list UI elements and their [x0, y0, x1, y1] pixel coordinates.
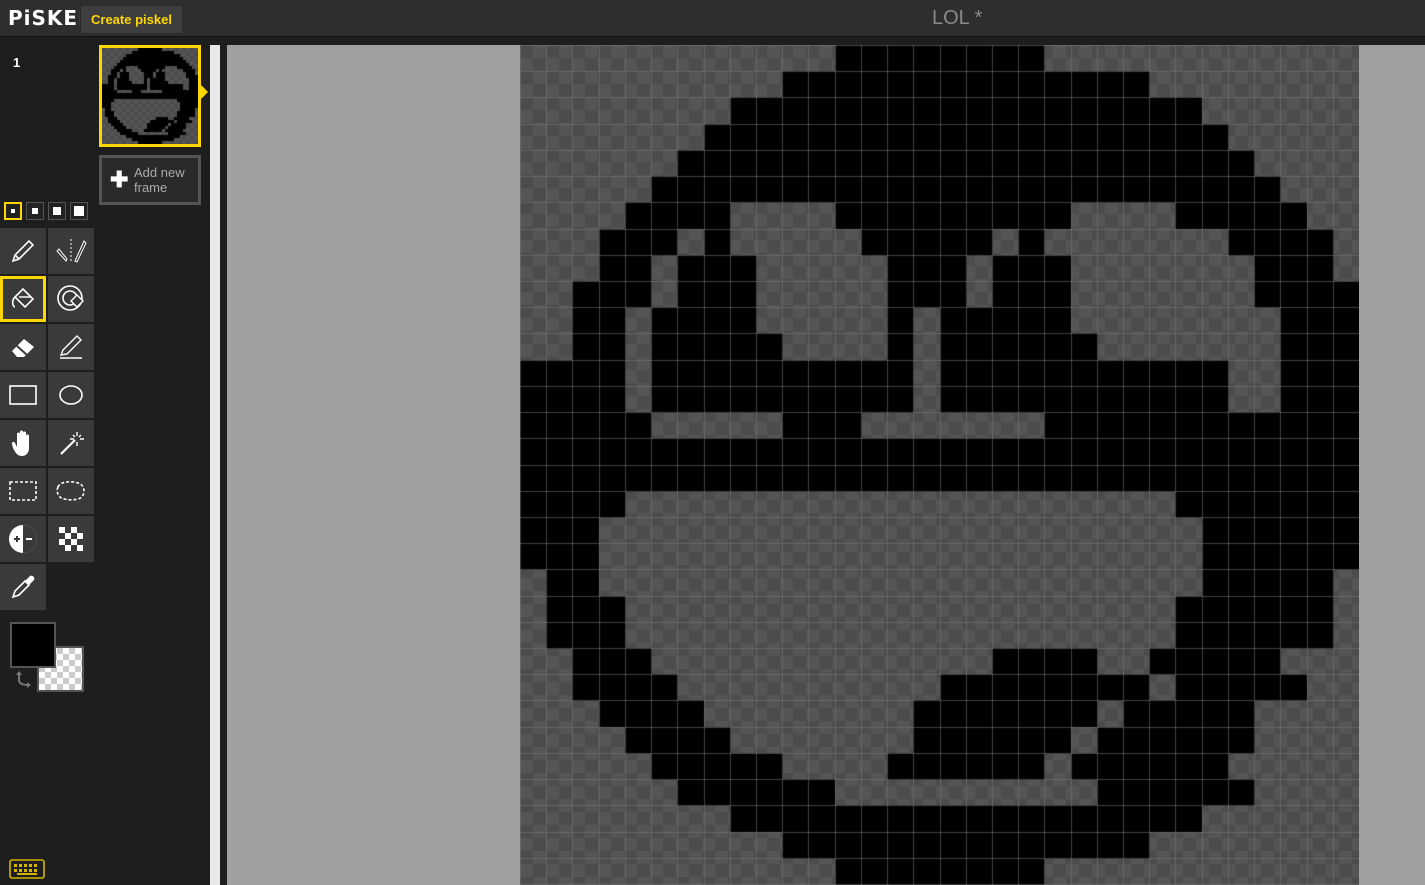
pen-size-3[interactable]: [48, 202, 66, 220]
vertical-mirror-pen-tool[interactable]: [48, 228, 94, 274]
dithering-tool[interactable]: [48, 516, 94, 562]
selected-frame-indicator: [201, 85, 208, 99]
eyedropper-icon: [11, 575, 35, 599]
pen-size-1[interactable]: [4, 202, 22, 220]
pixel-canvas[interactable]: [520, 45, 1359, 885]
circle-tool[interactable]: [48, 372, 94, 418]
frame-thumbnail[interactable]: [99, 45, 201, 147]
move-tool[interactable]: [0, 420, 46, 466]
circle-icon: [59, 385, 83, 405]
sprite-title: LOL *: [932, 7, 983, 29]
add-frame-label: Add new frame: [134, 165, 185, 195]
eraser-icon: [12, 339, 34, 357]
frame-number: 1: [13, 55, 21, 70]
lighten-darken-icon: [9, 525, 37, 553]
paint-bucket-tool[interactable]: [0, 276, 46, 322]
paint-bucket-icon: [11, 287, 35, 309]
lasso-icon: [56, 481, 85, 501]
keyboard-icon[interactable]: [9, 859, 45, 879]
paint-similar-icon: [57, 285, 84, 311]
eraser-tool[interactable]: [0, 324, 46, 370]
swap-colors-icon[interactable]: [15, 670, 33, 688]
stroke-line-icon: [59, 335, 82, 359]
create-piskel-button[interactable]: Create piskel: [80, 5, 183, 34]
panel-divider[interactable]: [210, 45, 220, 885]
pen-size-2[interactable]: [26, 202, 44, 220]
color-picker-tool[interactable]: [0, 564, 46, 610]
drawing-area[interactable]: [227, 45, 1425, 885]
shape-selection-tool[interactable]: [48, 420, 94, 466]
magic-wand-icon: [60, 432, 84, 455]
app-header: PiSKEL Create piskel LOL *: [0, 0, 1425, 37]
lighten-tool[interactable]: [0, 516, 46, 562]
pen-size-4[interactable]: [70, 202, 88, 220]
rectangle-selection-tool[interactable]: [0, 468, 46, 514]
pen-tool[interactable]: [0, 228, 46, 274]
mirror-pen-icon: [56, 239, 87, 263]
plus-icon: ✚: [110, 167, 129, 192]
rectangle-icon: [9, 385, 37, 405]
checker-icon: [59, 527, 83, 551]
primary-color-swatch[interactable]: [10, 622, 56, 668]
pencil-icon: [11, 239, 35, 263]
stroke-tool[interactable]: [48, 324, 94, 370]
add-frame-button[interactable]: ✚ Add new frame: [99, 155, 201, 205]
paint-all-similar-tool[interactable]: [48, 276, 94, 322]
frame-preview: [102, 48, 198, 144]
hand-icon: [11, 430, 29, 456]
rectangle-selection-icon: [9, 481, 37, 501]
rectangle-tool[interactable]: [0, 372, 46, 418]
lasso-selection-tool[interactable]: [48, 468, 94, 514]
